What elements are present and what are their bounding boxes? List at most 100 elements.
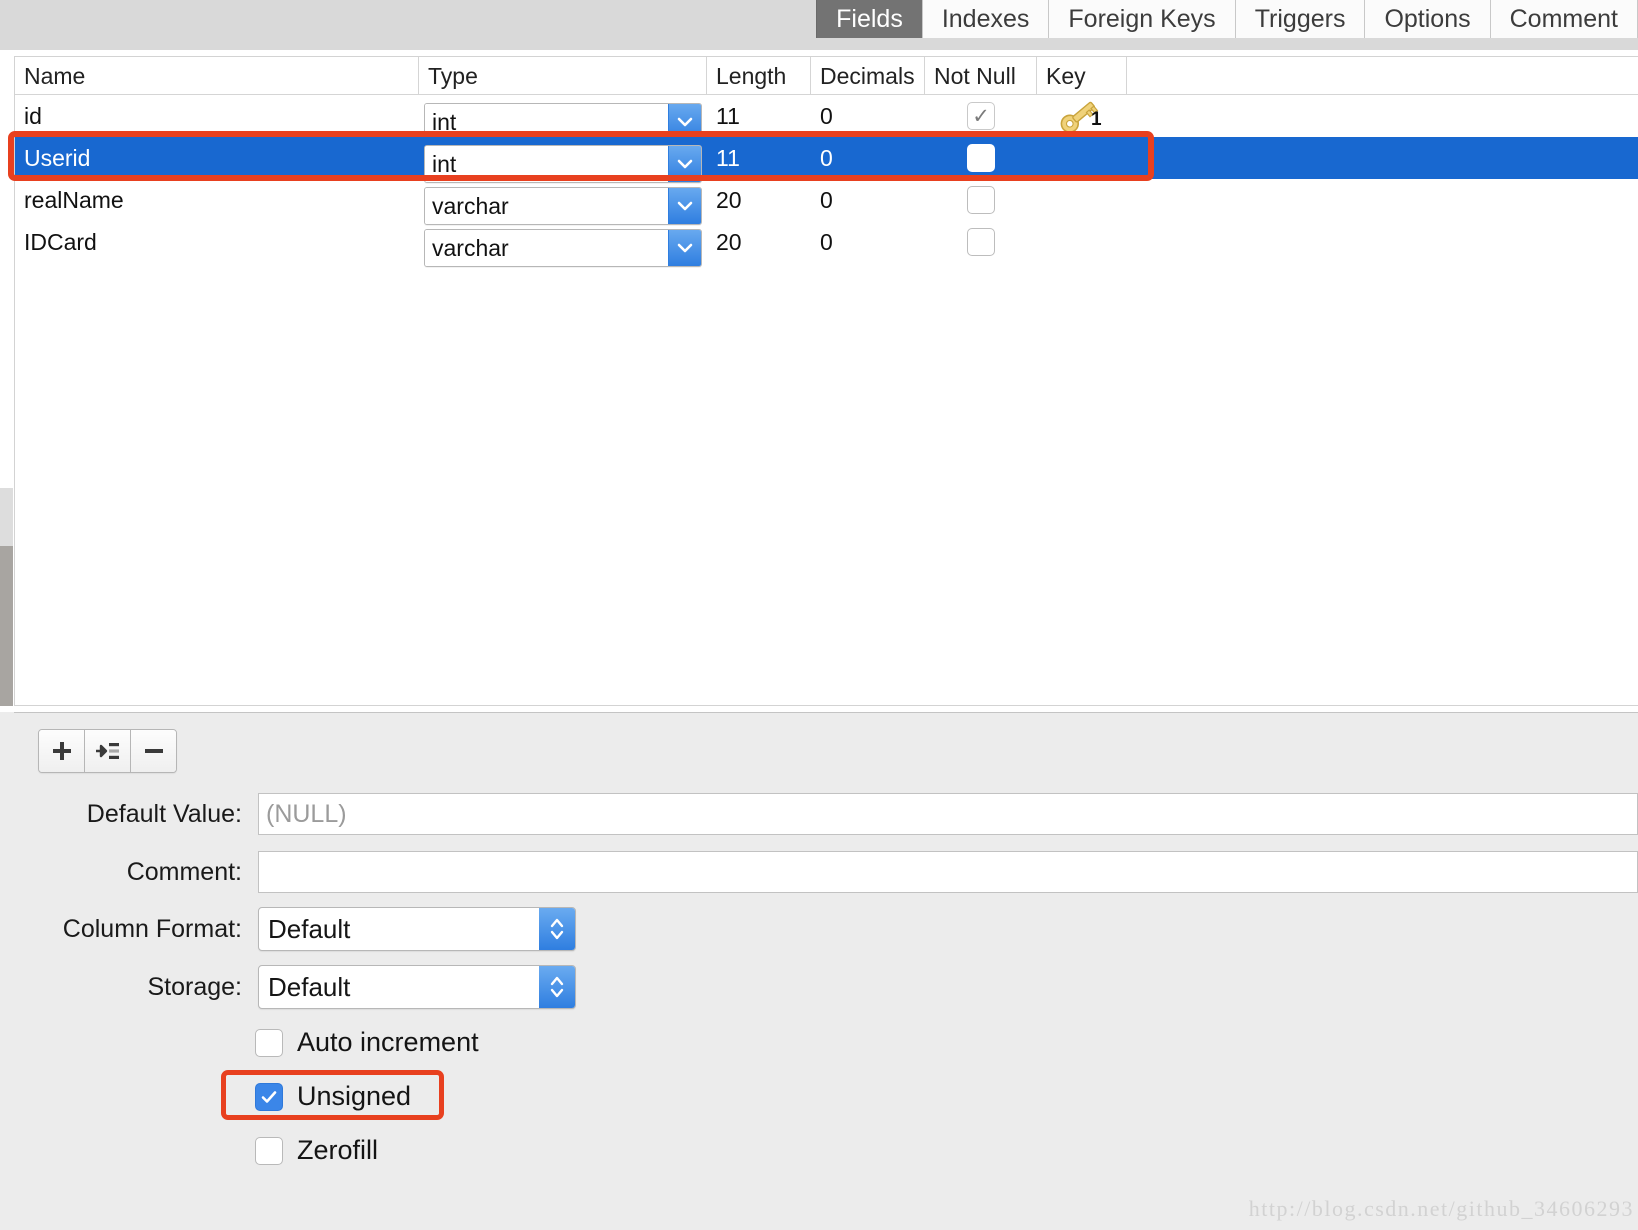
insert-field-button[interactable]: [85, 730, 131, 772]
column-header-decimals[interactable]: Decimals: [811, 57, 925, 94]
storage-row: Storage: Default: [14, 965, 576, 1009]
tab-bar-underline: [0, 38, 1638, 50]
delete-field-button[interactable]: [131, 730, 176, 772]
cell-field-not-null[interactable]: [925, 221, 1037, 263]
type-combobox-value: varchar: [425, 188, 668, 224]
type-combobox[interactable]: varchar: [424, 187, 702, 225]
fields-grid-body: id int 11 0 ✓ 1 Userid int 11 0 realName…: [15, 95, 1638, 267]
auto-increment-label: Auto increment: [297, 1027, 479, 1057]
cell-field-not-null[interactable]: [925, 179, 1037, 221]
cell-field-type[interactable]: int: [419, 95, 707, 141]
type-combobox[interactable]: varchar: [424, 229, 702, 267]
zerofill-checkbox[interactable]: [255, 1136, 283, 1165]
auto-increment-checkbox[interactable]: [255, 1028, 283, 1057]
column-header-not-null[interactable]: Not Null: [925, 57, 1037, 94]
not-null-checkbox[interactable]: ✓: [967, 102, 995, 130]
table-row[interactable]: id int 11 0 ✓ 1: [15, 95, 1638, 141]
type-combobox[interactable]: int: [424, 103, 702, 141]
tab-foreign-keys[interactable]: Foreign Keys: [1048, 0, 1235, 38]
unsigned-checkbox[interactable]: [255, 1082, 283, 1111]
chevron-down-icon[interactable]: [668, 104, 701, 140]
not-null-checkbox[interactable]: [967, 228, 995, 256]
add-field-button[interactable]: [39, 730, 85, 772]
cell-field-type[interactable]: int: [419, 137, 707, 183]
cell-field-key[interactable]: 1: [1037, 95, 1127, 137]
key-number-label: 1: [1091, 109, 1102, 130]
tab-fields[interactable]: Fields: [816, 0, 922, 38]
cell-field-decimals[interactable]: 0: [811, 179, 925, 221]
cell-field-key[interactable]: [1037, 179, 1127, 221]
chevron-down-icon[interactable]: [668, 230, 701, 266]
comment-input[interactable]: [258, 851, 1638, 893]
minus-icon: [144, 749, 163, 753]
chevron-down-icon[interactable]: [668, 188, 701, 224]
cell-field-filler: [1127, 137, 1638, 179]
scrollbar-thumb[interactable]: [0, 546, 13, 706]
type-combobox-value: varchar: [425, 230, 668, 266]
cell-field-length[interactable]: 11: [707, 95, 811, 137]
default-value-label: Default Value:: [86, 799, 242, 828]
column-format-value: Default: [268, 914, 351, 944]
fields-grid: Name Type Length Decimals Not Null Key i…: [14, 56, 1638, 706]
cell-field-length[interactable]: 11: [707, 137, 811, 179]
cell-field-length[interactable]: 20: [707, 179, 811, 221]
column-format-label: Column Format:: [62, 914, 242, 943]
cell-field-type[interactable]: varchar: [419, 179, 707, 225]
chevron-down-icon[interactable]: [668, 146, 701, 182]
storage-value: Default: [268, 972, 351, 1002]
type-combobox-value: int: [425, 146, 668, 182]
not-null-checkbox[interactable]: [967, 144, 995, 172]
tab-triggers[interactable]: Triggers: [1234, 0, 1365, 38]
table-row[interactable]: Userid int 11 0: [15, 137, 1638, 183]
vertical-scrollbar[interactable]: [0, 56, 13, 706]
cell-field-name[interactable]: IDCard: [15, 221, 419, 263]
type-combobox[interactable]: int: [424, 145, 702, 183]
fields-toolbar: [38, 729, 177, 773]
not-null-checkbox[interactable]: [967, 186, 995, 214]
zerofill-row[interactable]: Zerofill: [255, 1135, 378, 1166]
cell-field-not-null[interactable]: [925, 137, 1037, 179]
cell-field-key[interactable]: [1037, 137, 1127, 179]
column-header-filler: [1127, 57, 1638, 94]
tab-bar-filler: [0, 0, 817, 38]
column-header-length[interactable]: Length: [707, 57, 811, 94]
column-header-type[interactable]: Type: [419, 57, 707, 94]
cell-field-decimals[interactable]: 0: [811, 221, 925, 263]
cell-field-name[interactable]: id: [15, 95, 419, 137]
column-format-select[interactable]: Default: [258, 907, 576, 951]
scrollbar-track[interactable]: [0, 488, 13, 546]
bottom-panel-edge: [0, 712, 14, 1230]
storage-select[interactable]: Default: [258, 965, 576, 1009]
tab-indexes[interactable]: Indexes: [921, 0, 1049, 38]
cell-field-name[interactable]: Userid: [15, 137, 419, 179]
cell-field-name[interactable]: realName: [15, 179, 419, 221]
auto-increment-row[interactable]: Auto increment: [255, 1027, 479, 1058]
unsigned-row[interactable]: Unsigned: [255, 1081, 411, 1112]
tab-options[interactable]: Options: [1364, 0, 1490, 38]
comment-row: Comment:: [14, 851, 1638, 893]
comment-label: Comment:: [126, 857, 242, 886]
cell-field-key[interactable]: [1037, 221, 1127, 263]
storage-label: Storage:: [147, 972, 242, 1001]
column-header-name[interactable]: Name: [15, 57, 419, 94]
column-format-row: Column Format: Default: [14, 907, 576, 951]
cell-field-decimals[interactable]: 0: [811, 95, 925, 137]
cell-field-length[interactable]: 20: [707, 221, 811, 263]
check-icon: ✓: [972, 104, 990, 128]
cell-field-type[interactable]: varchar: [419, 221, 707, 267]
cell-field-decimals[interactable]: 0: [811, 137, 925, 179]
check-icon: [261, 1090, 277, 1103]
table-row[interactable]: IDCard varchar 20 0: [15, 221, 1638, 267]
tab-comment[interactable]: Comment: [1489, 0, 1638, 38]
cell-field-not-null[interactable]: ✓: [925, 95, 1037, 137]
watermark-text: http://blog.csdn.net/github_34606293: [1248, 1196, 1634, 1221]
primary-key-icon: 1: [1051, 99, 1107, 133]
unsigned-label: Unsigned: [297, 1081, 412, 1111]
column-header-key[interactable]: Key: [1037, 57, 1127, 94]
cell-field-filler: [1127, 179, 1638, 221]
default-value-input[interactable]: (NULL): [258, 793, 1638, 835]
stepper-updown-icon[interactable]: [539, 908, 575, 950]
insert-field-icon: [95, 743, 119, 759]
table-row[interactable]: realName varchar 20 0: [15, 179, 1638, 225]
stepper-updown-icon[interactable]: [539, 966, 575, 1008]
